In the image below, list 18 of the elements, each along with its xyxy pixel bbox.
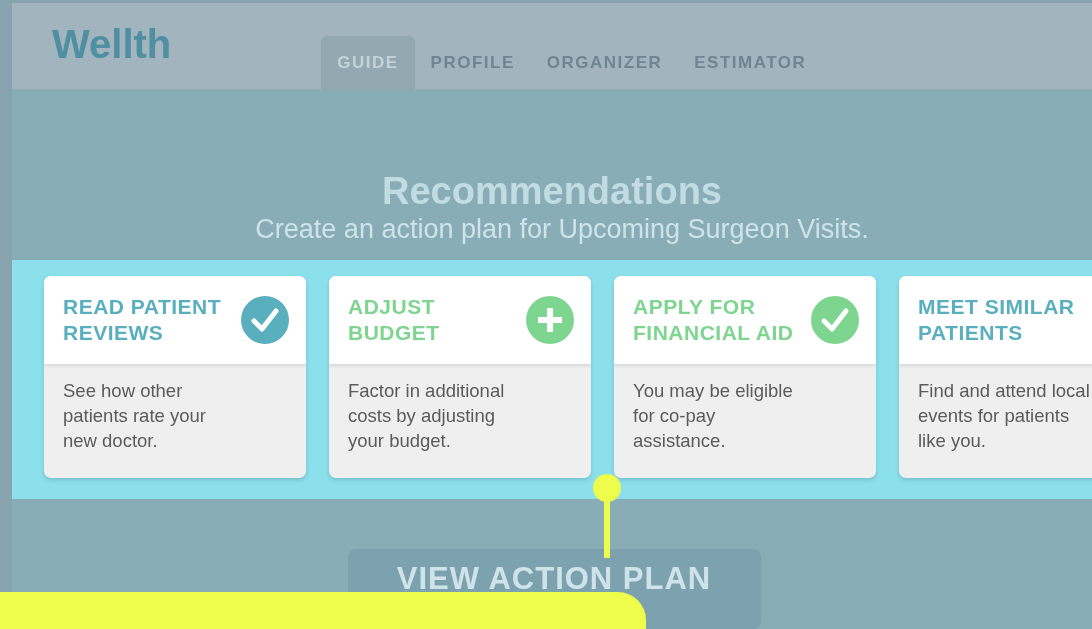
logo[interactable]: Wellth — [52, 22, 172, 67]
card-title: ADJUST BUDGET — [348, 294, 441, 346]
recommendation-card[interactable]: ADJUST BUDGET Factor in additional costs by adjusting your budget. — [329, 276, 591, 478]
card-description: You may be eligible for co-pay assistance. — [633, 379, 794, 453]
plus-icon[interactable] — [526, 296, 574, 344]
page-title: Recommendations — [382, 170, 722, 212]
page-subtitle: Create an action plan for Upcoming Surgeon Visits. — [255, 213, 869, 246]
check-icon[interactable] — [241, 296, 289, 344]
recommendation-card[interactable]: MEET SIMILAR PATIENTS Find and attend local events for patients like you. — [899, 276, 1092, 478]
recommendation-card[interactable]: READ PATIENT REVIEWS See how other patients rate your new doctor. — [44, 276, 306, 478]
card-title: MEET SIMILAR PATIENTS — [918, 294, 1076, 346]
card-title: READ PATIENT REVIEWS — [63, 294, 223, 346]
recommendation-card[interactable]: APPLY FOR FINANCIAL AID You may be eligible for co-pay assistance. — [614, 276, 876, 478]
check-icon[interactable] — [811, 296, 859, 344]
card-description: Find and attend local events for patients like you. — [918, 379, 1091, 453]
card-title: APPLY FOR FINANCIAL AID — [633, 294, 795, 346]
card-description: See how other patients rate your new doctor. — [63, 379, 207, 453]
card-description: Factor in additional costs by adjusting your budget. — [348, 379, 506, 453]
